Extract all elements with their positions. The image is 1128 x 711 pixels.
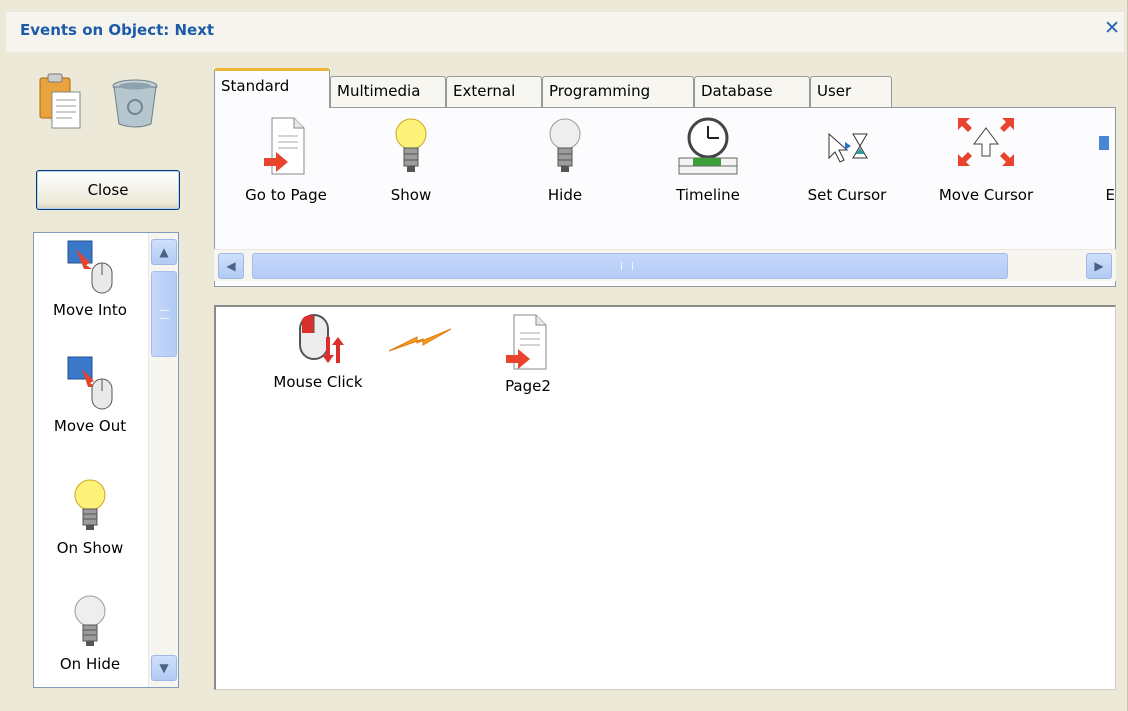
- action-timeline[interactable]: Timeline: [661, 114, 755, 204]
- move-out-icon: [67, 356, 113, 410]
- window-title: Events on Object: Next: [20, 21, 215, 39]
- event-list: Move Into Move Out On Show On Hide ▲ ▼: [33, 232, 179, 688]
- mouse-click-icon: [299, 314, 344, 363]
- action-node-label: Page2: [505, 377, 551, 395]
- lightbulb-off-icon: [74, 595, 106, 646]
- events-window: Events on Object: Next ✕ Close Move Into…: [0, 0, 1128, 711]
- scroll-left-icon[interactable]: ◀: [218, 253, 244, 279]
- event-move-into[interactable]: Move Into: [34, 239, 146, 319]
- action-partial[interactable]: E: [1085, 114, 1115, 204]
- lightbulb-on-icon: [395, 118, 427, 172]
- event-label: On Show: [56, 539, 124, 557]
- scroll-right-icon[interactable]: ▶: [1086, 253, 1112, 279]
- event-label: On Hide: [59, 655, 121, 673]
- set-cursor-icon: [828, 132, 868, 163]
- action-go-to-page[interactable]: Go to Page: [229, 114, 343, 204]
- scroll-up-icon[interactable]: ▲: [151, 239, 177, 265]
- go-to-page-icon: [264, 117, 305, 175]
- action-label: E: [1105, 186, 1115, 204]
- timeline-clock-icon: [678, 117, 738, 175]
- event-list-scrollbar[interactable]: ▲ ▼: [148, 233, 178, 687]
- event-on-show[interactable]: On Show: [34, 477, 146, 557]
- action-node-page2[interactable]: Page2: [484, 311, 572, 395]
- event-label: Move Out: [53, 417, 127, 435]
- action-hide[interactable]: Hide: [533, 114, 597, 204]
- action-label: Hide: [547, 186, 583, 204]
- event-node-mouse-click[interactable]: Mouse Click: [254, 311, 382, 391]
- event-on-hide[interactable]: On Hide: [34, 593, 146, 673]
- action-label: Go to Page: [245, 186, 327, 204]
- close-icon[interactable]: ✕: [1104, 19, 1120, 38]
- action-label: Timeline: [676, 186, 740, 204]
- action-label: Show: [390, 186, 432, 204]
- lightbulb-on-icon: [74, 479, 106, 530]
- scroll-thumb[interactable]: [151, 271, 177, 357]
- action-show[interactable]: Show: [379, 114, 443, 204]
- tab-multimedia[interactable]: Multimedia: [330, 76, 446, 108]
- scroll-thumb[interactable]: [252, 253, 1008, 279]
- tab-standard[interactable]: Standard: [214, 68, 330, 108]
- tab-database[interactable]: Database: [694, 76, 810, 108]
- go-to-page-icon: [506, 314, 547, 370]
- tab-external[interactable]: External: [446, 76, 542, 108]
- action-label: Set Cursor: [807, 186, 887, 204]
- tab-user[interactable]: User: [810, 76, 892, 108]
- action-move-cursor[interactable]: Move Cursor: [925, 114, 1047, 204]
- close-button[interactable]: Close: [36, 170, 180, 210]
- action-label: Move Cursor: [938, 186, 1034, 204]
- scroll-down-icon[interactable]: ▼: [151, 655, 177, 681]
- tab-programming[interactable]: Programming: [542, 76, 694, 108]
- move-cursor-icon: [958, 118, 1014, 166]
- lightbulb-off-icon: [549, 118, 581, 172]
- action-set-cursor[interactable]: Set Cursor: [791, 114, 903, 204]
- recycle-bin-icon[interactable]: [108, 76, 162, 130]
- paste-icon[interactable]: [38, 70, 82, 130]
- event-label: Move Into: [53, 301, 127, 319]
- actions-scrollbar[interactable]: ◀ ▶: [214, 249, 1116, 281]
- title-bar: Events on Object: Next ✕: [6, 12, 1124, 52]
- event-node-label: Mouse Click: [273, 373, 363, 391]
- lightning-icon: [384, 325, 456, 355]
- event-action-canvas[interactable]: Mouse Click Page2: [214, 305, 1116, 690]
- move-into-icon: [67, 240, 113, 294]
- event-move-out[interactable]: Move Out: [34, 355, 146, 435]
- partial-action-icon: [1099, 136, 1109, 150]
